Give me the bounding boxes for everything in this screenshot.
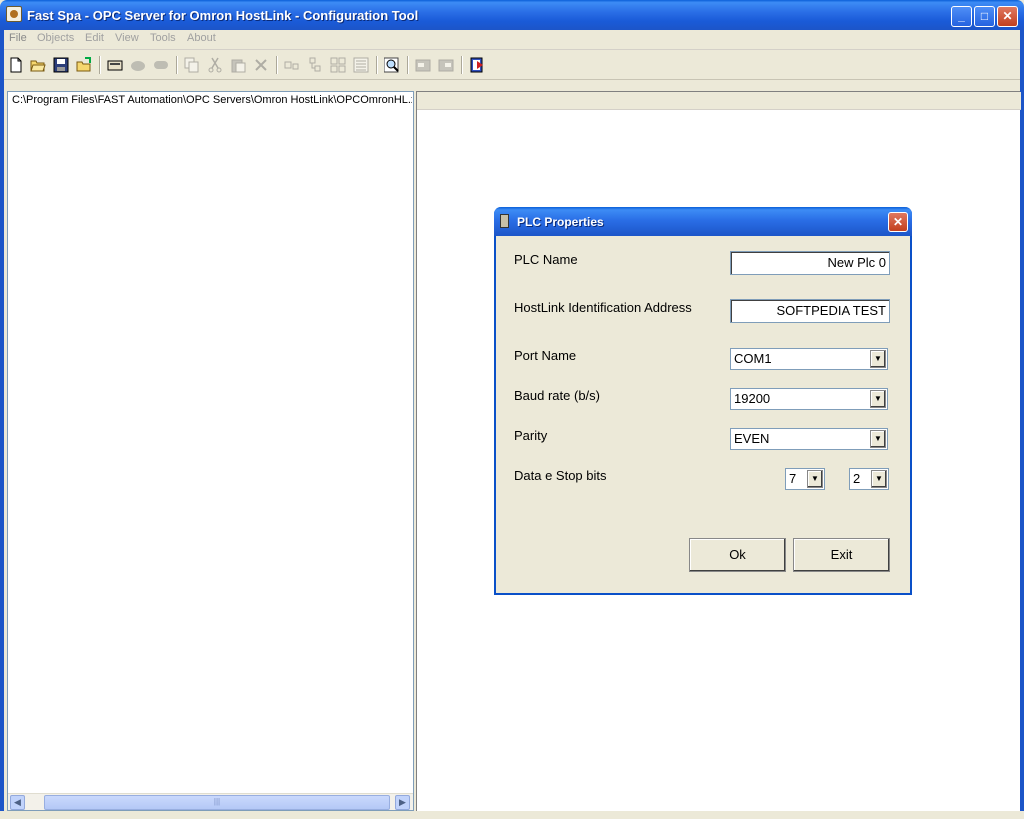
chevron-down-icon[interactable]: ▼ <box>807 470 823 488</box>
parity-value: EVEN <box>734 431 770 446</box>
toolbar-separator <box>376 56 378 74</box>
menu-edit[interactable]: Edit <box>85 32 104 44</box>
stop-bits-select[interactable]: 2 ▼ <box>849 468 889 490</box>
export-icon[interactable] <box>413 55 433 75</box>
window-titlebar[interactable]: Fast Spa - OPC Server for Omron HostLink… <box>0 0 1024 30</box>
scroll-right-button[interactable]: ▶ <box>395 795 410 810</box>
search-icon[interactable] <box>382 55 402 75</box>
menu-about[interactable]: About <box>187 32 216 44</box>
stop-bits-value: 2 <box>853 471 861 486</box>
cut-icon[interactable] <box>205 55 225 75</box>
hostlink-address-field[interactable]: SOFTPEDIA TEST <box>730 299 890 323</box>
align-left-icon[interactable] <box>282 55 302 75</box>
add-device-icon[interactable] <box>105 55 125 75</box>
data-bits-value: 7 <box>789 471 797 486</box>
scroll-left-button[interactable]: ◀ <box>10 795 25 810</box>
parity-label: Parity <box>514 428 548 443</box>
menu-bar: File Objects Edit View Tools About <box>4 30 1020 50</box>
open-project-icon[interactable] <box>74 55 94 75</box>
chevron-down-icon[interactable]: ▼ <box>870 350 886 368</box>
menu-objects[interactable]: Objects <box>37 32 74 44</box>
toolbar <box>4 51 1020 80</box>
window-title: Fast Spa - OPC Server for Omron HostLink… <box>27 8 419 23</box>
copy-icon[interactable] <box>182 55 202 75</box>
import-icon[interactable] <box>436 55 456 75</box>
list-icon[interactable] <box>351 55 371 75</box>
toolbar-separator <box>176 56 178 74</box>
align-tree-icon[interactable] <box>305 55 325 75</box>
dialog-titlebar[interactable]: PLC Properties ✕ <box>494 207 912 236</box>
maximize-button[interactable]: □ <box>974 6 995 27</box>
plc-name-label: PLC Name <box>514 252 578 267</box>
project-tree-pane[interactable]: C:\Program Files\FAST Automation\OPC Ser… <box>7 91 414 811</box>
chevron-down-icon[interactable]: ▼ <box>871 470 887 488</box>
menu-file[interactable]: File <box>9 32 27 44</box>
save-icon[interactable] <box>51 55 71 75</box>
toolbar-separator <box>461 56 463 74</box>
port-name-select[interactable]: COM1 ▼ <box>730 348 888 370</box>
plc-properties-dialog: PLC Properties ✕ PLC Name New Plc 0 Host… <box>494 207 912 595</box>
chevron-down-icon[interactable]: ▼ <box>870 390 886 408</box>
port-name-value: COM1 <box>734 351 772 366</box>
new-file-icon[interactable] <box>6 55 26 75</box>
plc-icon <box>500 214 509 228</box>
data-stop-bits-label: Data e Stop bits <box>514 468 607 483</box>
toolbar-separator <box>407 56 409 74</box>
baud-rate-label: Baud rate (b/s) <box>514 388 600 403</box>
project-file-path[interactable]: C:\Program Files\FAST Automation\OPC Ser… <box>12 94 412 106</box>
paste-icon[interactable] <box>228 55 248 75</box>
chevron-down-icon[interactable]: ▼ <box>870 430 886 448</box>
plc-name-field[interactable]: New Plc 0 <box>730 251 890 275</box>
add-group-icon[interactable] <box>128 55 148 75</box>
scrollbar-thumb[interactable]: ||| <box>44 795 390 810</box>
app-icon[interactable] <box>6 6 22 22</box>
toolbar-separator <box>99 56 101 74</box>
window-frame-right <box>1020 30 1024 819</box>
window-bottom-border <box>0 811 1024 819</box>
baud-rate-value: 19200 <box>734 391 771 406</box>
close-button[interactable]: ✕ <box>997 6 1018 27</box>
minimize-button[interactable]: _ <box>951 6 972 27</box>
toolbar-separator <box>276 56 278 74</box>
properties-pane-header <box>417 92 1021 110</box>
window-frame-left <box>0 30 4 819</box>
dialog-close-button[interactable]: ✕ <box>888 212 908 232</box>
data-bits-select[interactable]: 7 ▼ <box>785 468 825 490</box>
hostlink-address-label: HostLink Identification Address <box>514 300 692 315</box>
port-name-label: Port Name <box>514 348 577 363</box>
grid-icon[interactable] <box>328 55 348 75</box>
help-icon[interactable] <box>467 55 487 75</box>
exit-button[interactable]: Exit <box>793 538 890 572</box>
ok-button[interactable]: Ok <box>689 538 786 572</box>
menu-view[interactable]: View <box>115 32 139 44</box>
horizontal-scrollbar[interactable]: ◀ ||| ▶ <box>8 793 413 810</box>
menu-tools[interactable]: Tools <box>150 32 176 44</box>
add-item-icon[interactable] <box>151 55 171 75</box>
parity-select[interactable]: EVEN ▼ <box>730 428 888 450</box>
dialog-title: PLC Properties <box>517 215 604 229</box>
baud-rate-select[interactable]: 19200 ▼ <box>730 388 888 410</box>
delete-icon[interactable] <box>251 55 271 75</box>
open-folder-icon[interactable] <box>28 55 48 75</box>
